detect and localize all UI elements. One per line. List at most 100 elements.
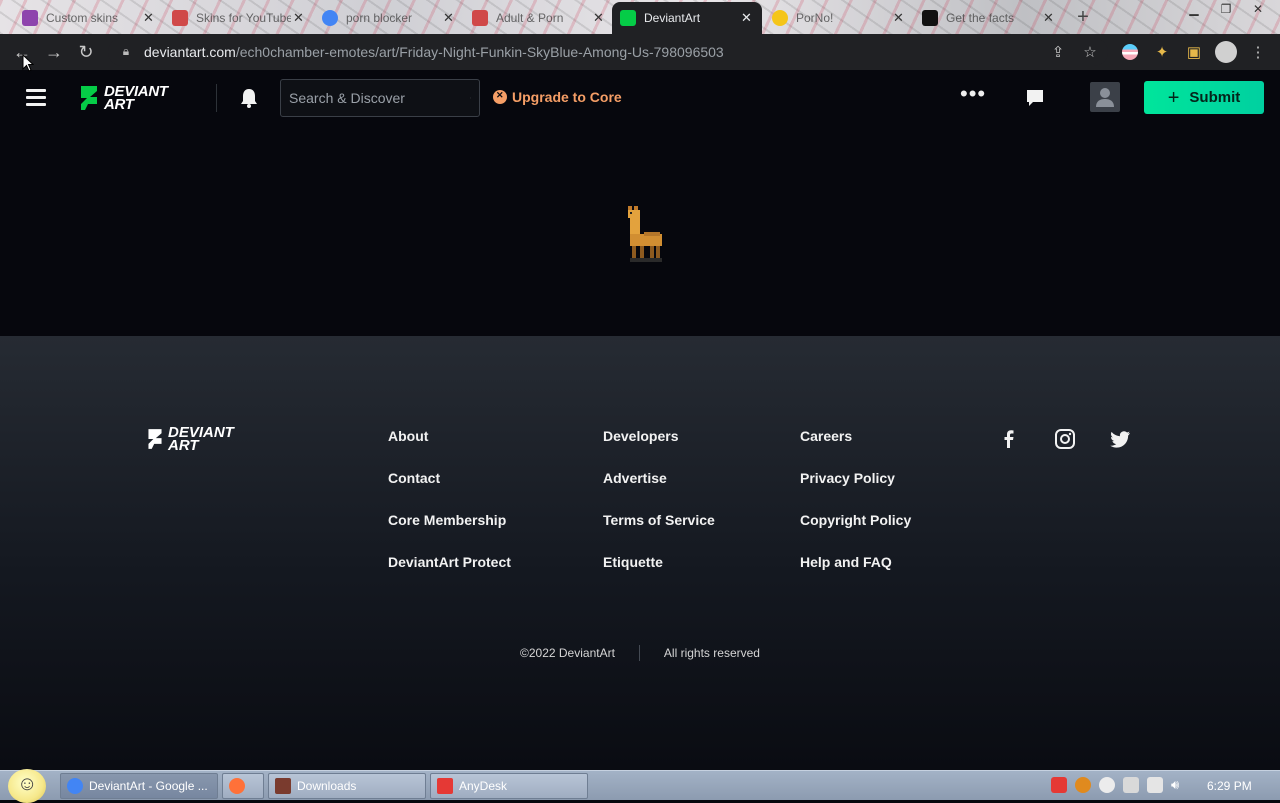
tab-label: Get the facts xyxy=(946,11,1041,25)
footer-column-2: Developers Advertise Terms of Service Et… xyxy=(603,428,715,596)
footer-link-advertise[interactable]: Advertise xyxy=(603,470,715,512)
restore-icon[interactable]: ❐ xyxy=(1214,0,1238,18)
close-icon[interactable]: ✕ xyxy=(141,10,156,26)
hamburger-menu-icon[interactable] xyxy=(26,89,46,107)
footer-link-careers[interactable]: Careers xyxy=(800,428,911,470)
more-options-icon[interactable]: ••• xyxy=(960,87,986,109)
kebab-menu-icon[interactable]: ⋮ xyxy=(1246,40,1270,64)
windows-taskbar: DeviantArt - Google ... Downloads AnyDes… xyxy=(0,770,1280,800)
upgrade-to-core-link[interactable]: Upgrade to Core xyxy=(493,89,622,105)
header-divider xyxy=(216,84,217,112)
footer-link-help-faq[interactable]: Help and FAQ xyxy=(800,554,911,596)
browser-toolbar: ← → ↻ 🔒︎ deviantart.com/ech0chamber-emot… xyxy=(0,34,1280,70)
tab-get-the-facts[interactable]: Get the facts ✕ xyxy=(914,4,1064,32)
user-icon xyxy=(1090,82,1120,112)
extension-icon[interactable] xyxy=(1118,40,1142,64)
avatar[interactable] xyxy=(1090,82,1120,112)
logo-wordmark: DEVIANT ART xyxy=(168,426,234,452)
footer-link-etiquette[interactable]: Etiquette xyxy=(603,554,715,596)
search-input[interactable] xyxy=(281,90,470,106)
taskbar-clock[interactable]: 6:29 PM xyxy=(1207,779,1252,793)
taskbar-button-label: DeviantArt - Google ... xyxy=(89,779,208,793)
minimize-icon[interactable]: ▁ xyxy=(1182,0,1206,18)
tab-custom-skins[interactable]: Custom skins ✕ xyxy=(14,4,164,32)
twitter-icon[interactable] xyxy=(1110,428,1132,450)
bell-icon[interactable] xyxy=(238,87,260,109)
volume-icon[interactable]: 🔊︎ xyxy=(1171,777,1187,793)
search-tray-icon[interactable] xyxy=(1075,777,1091,793)
footer-link-terms-of-service[interactable]: Terms of Service xyxy=(603,512,715,554)
tab-adult-porn[interactable]: Adult & Porn ✕ xyxy=(464,4,614,32)
profile-icon[interactable] xyxy=(1214,40,1238,64)
footer-logo[interactable]: DEVIANT ART xyxy=(146,426,234,452)
close-icon[interactable]: ✕ xyxy=(441,10,456,26)
taskbar-button-label: AnyDesk xyxy=(459,779,507,793)
address-bar[interactable]: 🔒︎ deviantart.com/ech0chamber-emotes/art… xyxy=(108,38,1108,66)
star-icon[interactable]: ☆ xyxy=(1078,40,1102,64)
footer-link-about[interactable]: About xyxy=(388,428,511,470)
facebook-icon[interactable] xyxy=(998,428,1020,450)
chat-icon[interactable] xyxy=(1024,87,1046,109)
status-tray-icon[interactable] xyxy=(1099,777,1115,793)
submit-label: Submit xyxy=(1189,89,1240,106)
copyright-bar: ©2022 DeviantArt All rights reserved xyxy=(0,645,1280,661)
tab-label: Skins for YouTube xyxy=(196,11,291,25)
deviantart-logo[interactable]: DEVIANT ART xyxy=(78,82,168,114)
footer-link-copyright-policy[interactable]: Copyright Policy xyxy=(800,512,911,554)
copyright-divider xyxy=(639,645,640,661)
share-icon[interactable]: ⇪ xyxy=(1046,40,1070,64)
google-icon xyxy=(322,10,338,26)
close-icon[interactable]: ✕ xyxy=(591,10,606,26)
close-icon[interactable]: ✕ xyxy=(291,10,306,26)
core-icon xyxy=(493,90,507,104)
instagram-icon[interactable] xyxy=(1054,428,1076,450)
tab-porno[interactable]: PorNo! ✕ xyxy=(764,4,914,32)
tab-label: Custom skins xyxy=(46,11,141,25)
footer-link-developers[interactable]: Developers xyxy=(603,428,715,470)
tab-favicon xyxy=(172,10,188,26)
footer-link-deviantart-protect[interactable]: DeviantArt Protect xyxy=(388,554,511,596)
tab-porn-blocker[interactable]: porn blocker ✕ xyxy=(314,4,464,32)
footer-link-core-membership[interactable]: Core Membership xyxy=(388,512,511,554)
start-button[interactable] xyxy=(8,769,46,803)
copyright-text: ©2022 DeviantArt xyxy=(520,646,615,660)
url-host: deviantart.com xyxy=(144,44,236,60)
footer-column-3: Careers Privacy Policy Copyright Policy … xyxy=(800,428,911,596)
footer-link-contact[interactable]: Contact xyxy=(388,470,511,512)
tab-label: porn blocker xyxy=(346,11,441,25)
tab-skins-youtube[interactable]: Skins for YouTube ✕ xyxy=(164,4,314,32)
browser-tab-strip: Custom skins ✕ Skins for YouTube ✕ porn … xyxy=(0,0,1280,34)
taskbar-anydesk-button[interactable]: AnyDesk xyxy=(430,773,588,799)
network-tray-icon[interactable] xyxy=(1147,777,1163,793)
reload-icon[interactable]: ↻ xyxy=(75,41,97,63)
logo-wordmark: DEVIANT ART xyxy=(104,85,168,111)
url-path: /ech0chamber-emotes/art/Friday-Night-Fun… xyxy=(236,44,724,60)
flag-tray-icon[interactable] xyxy=(1123,777,1139,793)
anydesk-tray-icon[interactable] xyxy=(1051,777,1067,793)
close-icon[interactable]: ✕ xyxy=(1041,10,1056,26)
taskbar-firefox-button[interactable] xyxy=(222,773,264,799)
new-tab-button[interactable]: + xyxy=(1072,6,1094,28)
footer-column-1: About Contact Core Membership DeviantArt… xyxy=(388,428,511,596)
tab-deviantart[interactable]: DeviantArt ✕ xyxy=(612,2,762,34)
submit-button[interactable]: + Submit xyxy=(1144,81,1264,114)
lock-icon: 🔒︎ xyxy=(118,44,134,60)
forward-arrow-icon[interactable]: → xyxy=(43,41,65,63)
tab-favicon xyxy=(22,10,38,26)
search-icon[interactable] xyxy=(470,86,471,110)
footer-link-privacy-policy[interactable]: Privacy Policy xyxy=(800,470,911,512)
taskbar-downloads-button[interactable]: Downloads xyxy=(268,773,426,799)
close-window-icon[interactable]: ✕ xyxy=(1246,0,1270,18)
taskbar-chrome-button[interactable]: DeviantArt - Google ... xyxy=(60,773,218,799)
plus-icon: + xyxy=(1168,88,1180,108)
deviantart-icon xyxy=(620,10,636,26)
chrome-icon xyxy=(67,778,83,794)
url-text: deviantart.com/ech0chamber-emotes/art/Fr… xyxy=(144,44,724,60)
sidepanel-icon[interactable]: ▣ xyxy=(1182,40,1206,64)
close-icon[interactable]: ✕ xyxy=(739,10,754,26)
llama-loading-icon xyxy=(624,206,664,262)
deviantart-mark-icon xyxy=(146,426,164,452)
puzzle-icon[interactable]: ✦ xyxy=(1150,40,1174,64)
close-icon[interactable]: ✕ xyxy=(891,10,906,26)
search-box[interactable] xyxy=(280,79,480,117)
